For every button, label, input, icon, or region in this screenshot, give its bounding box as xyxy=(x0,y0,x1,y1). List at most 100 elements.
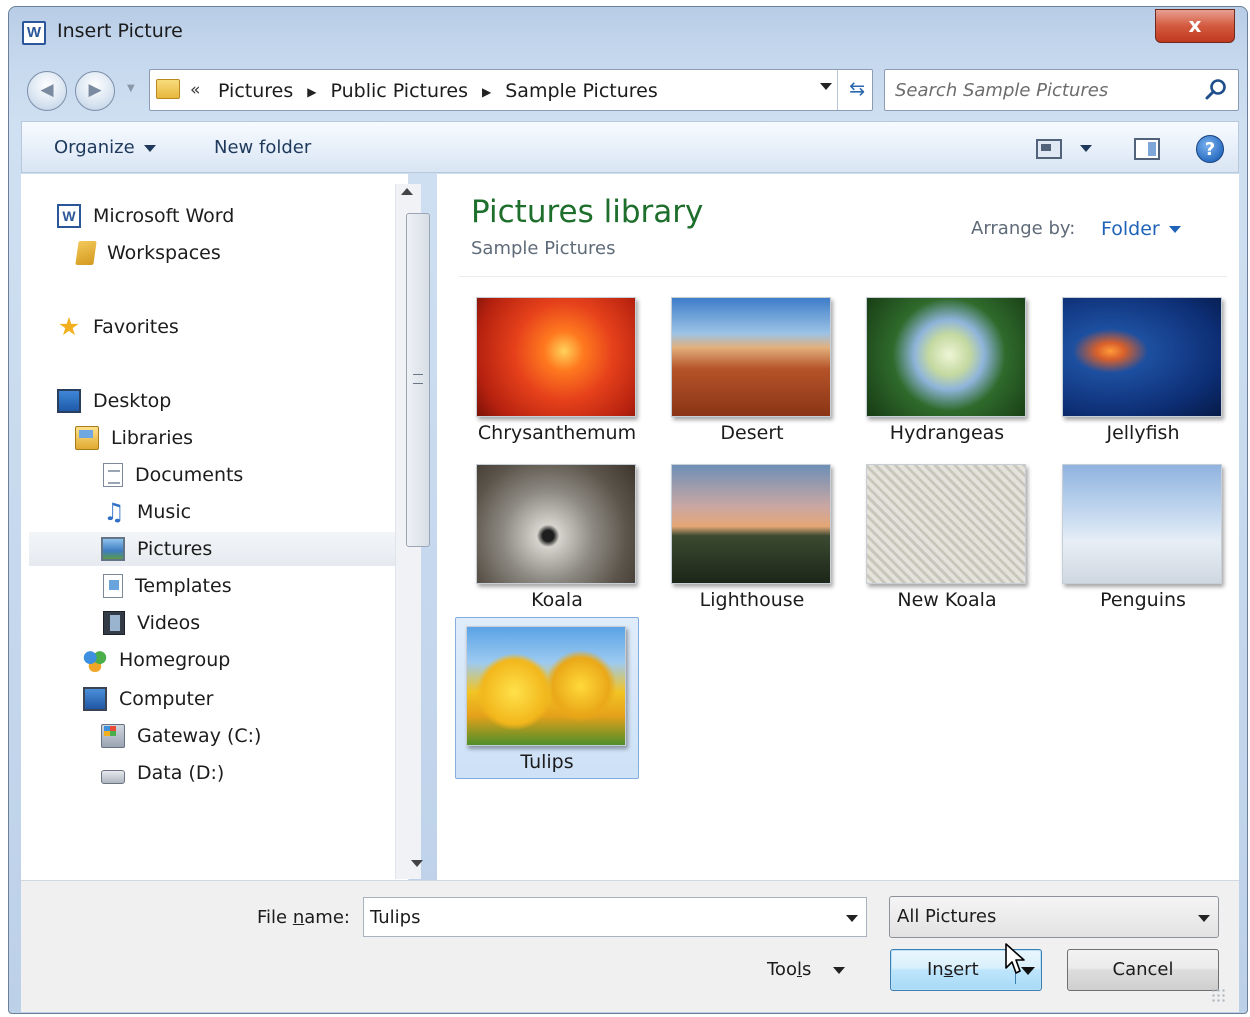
drive-icon xyxy=(101,724,125,748)
breadcrumb-sample-pictures[interactable]: Sample Pictures xyxy=(505,80,658,102)
file-tile-koala[interactable]: Koala xyxy=(465,455,649,617)
new-folder-button[interactable]: New folder xyxy=(214,137,311,158)
cancel-button[interactable]: Cancel xyxy=(1067,949,1219,991)
breadcrumb-overflow[interactable]: « xyxy=(190,80,200,100)
file-name-combobox[interactable] xyxy=(363,897,867,937)
scrollbar-thumb[interactable] xyxy=(406,213,430,547)
help-icon[interactable]: ? xyxy=(1196,135,1224,163)
nav-item-label: Gateway (C:) xyxy=(137,725,262,747)
desktop-icon xyxy=(57,389,81,413)
chevron-down-icon[interactable] xyxy=(846,915,858,922)
back-button[interactable]: ◀ xyxy=(27,71,67,111)
nav-item-documents[interactable]: Documents xyxy=(103,458,243,492)
videos-icon xyxy=(103,611,125,635)
nav-item-data-d[interactable]: Data (D:) xyxy=(101,756,224,790)
organize-button[interactable]: Organize xyxy=(54,137,156,158)
thumbnail-image xyxy=(1062,297,1222,417)
file-name-input[interactable] xyxy=(370,905,810,929)
breadcrumb-arrow-icon[interactable]: ▶ xyxy=(482,85,491,102)
file-name-label: Lighthouse xyxy=(699,589,805,611)
chevron-down-icon xyxy=(143,144,156,152)
nav-item-label: Templates xyxy=(135,575,232,597)
file-name-label: Hydrangeas xyxy=(889,422,1005,444)
search-input[interactable] xyxy=(895,78,1195,102)
file-list-area: Pictures library Sample Pictures Arrange… xyxy=(437,174,1239,880)
file-tile-desert[interactable]: Desert xyxy=(660,288,844,450)
file-type-select[interactable]: All Pictures xyxy=(889,896,1219,938)
change-view-icon[interactable] xyxy=(1036,139,1062,159)
grip-icon xyxy=(413,374,423,384)
breadcrumb-arrow-icon[interactable]: ▶ xyxy=(307,85,316,102)
computer-icon xyxy=(83,687,107,711)
address-dropdown-icon[interactable] xyxy=(820,83,832,90)
close-icon: x xyxy=(1188,13,1202,37)
workspace-icon xyxy=(75,241,97,265)
file-tile-tulips[interactable]: Tulips xyxy=(455,617,639,779)
mouse-pointer-icon xyxy=(1005,943,1025,974)
nav-item-pictures[interactable]: Pictures xyxy=(29,532,403,566)
chevron-down-icon xyxy=(1168,226,1181,233)
search-box[interactable] xyxy=(884,69,1239,111)
breadcrumb-public-pictures[interactable]: Public Pictures xyxy=(330,80,468,102)
preview-pane-icon[interactable] xyxy=(1134,138,1160,160)
resize-grip-icon[interactable] xyxy=(1211,988,1225,1002)
file-name-label: Penguins xyxy=(1100,589,1186,611)
tools-label: Tools xyxy=(767,959,812,980)
scroll-down-icon[interactable] xyxy=(411,860,423,867)
thumbnail-image xyxy=(476,464,636,584)
thumbnail-image xyxy=(866,464,1026,584)
nav-item-workspaces[interactable]: Workspaces xyxy=(75,236,221,270)
navigation-row: ◀ ▶ ▼ « Pictures ▶ Public Pictures ▶ Sam… xyxy=(9,61,1247,111)
library-title: Pictures library xyxy=(471,194,704,230)
view-options-dropdown[interactable] xyxy=(1080,145,1092,152)
nav-item-gateway-c[interactable]: Gateway (C:) xyxy=(101,719,261,753)
tools-button[interactable]: Tools xyxy=(767,959,846,980)
breadcrumb: Pictures ▶ Public Pictures ▶ Sample Pict… xyxy=(218,80,658,102)
arrange-by-dropdown[interactable]: Folder xyxy=(1101,218,1181,240)
libraries-icon xyxy=(75,426,99,450)
refresh-icon[interactable]: ⇆ xyxy=(849,78,865,100)
nav-item-label: Libraries xyxy=(111,427,194,449)
file-tile-hydrangeas[interactable]: Hydrangeas xyxy=(855,288,1039,450)
organize-label: Organize xyxy=(54,137,135,158)
navigation-pane: W Microsoft Word Workspaces ★ Favorites … xyxy=(21,174,409,880)
library-subtitle: Sample Pictures xyxy=(471,238,616,259)
address-bar[interactable]: « Pictures ▶ Public Pictures ▶ Sample Pi… xyxy=(149,69,873,111)
thumbnail-image xyxy=(1062,464,1222,584)
forward-button[interactable]: ▶ xyxy=(75,71,115,111)
dialog-footer: File name: All Pictures Tools Insert Can… xyxy=(21,880,1239,1012)
thumbnail-image xyxy=(671,464,831,584)
breadcrumb-pictures[interactable]: Pictures xyxy=(218,80,293,102)
nav-item-templates[interactable]: Templates xyxy=(103,569,232,603)
forward-arrow-icon: ▶ xyxy=(88,80,102,100)
file-tile-new-koala[interactable]: New Koala xyxy=(855,455,1039,617)
recent-locations-dropdown[interactable]: ▼ xyxy=(127,83,135,94)
file-tile-chrysanthemum[interactable]: Chrysanthemum xyxy=(465,288,649,450)
nav-item-desktop[interactable]: Desktop xyxy=(57,384,171,418)
nav-item-favorites[interactable]: ★ Favorites xyxy=(57,310,179,344)
file-tile-penguins[interactable]: Penguins xyxy=(1051,455,1235,617)
nav-item-label: Microsoft Word xyxy=(93,205,235,227)
command-bar: Organize New folder ? xyxy=(21,121,1239,173)
scroll-up-icon[interactable] xyxy=(401,188,413,195)
nav-item-music[interactable]: ♫ Music xyxy=(103,495,191,529)
pictures-icon xyxy=(101,537,125,561)
nav-item-microsoft-word[interactable]: W Microsoft Word xyxy=(57,199,234,233)
nav-item-homegroup[interactable]: Homegroup xyxy=(83,643,230,677)
file-name-label: Tulips xyxy=(520,751,574,773)
nav-item-libraries[interactable]: Libraries xyxy=(75,421,193,455)
templates-icon xyxy=(103,574,123,598)
nav-item-videos[interactable]: Videos xyxy=(103,606,200,640)
word-icon: W xyxy=(57,204,81,228)
nav-item-computer[interactable]: Computer xyxy=(83,682,213,716)
music-icon: ♫ xyxy=(103,498,125,526)
file-name-label: File name: xyxy=(257,907,350,928)
nav-item-label: Homegroup xyxy=(119,649,231,671)
word-icon: W xyxy=(22,21,46,45)
file-tile-jellyfish[interactable]: Jellyfish xyxy=(1051,288,1235,450)
file-tile-lighthouse[interactable]: Lighthouse xyxy=(660,455,844,617)
content-divider xyxy=(459,276,1227,277)
search-icon[interactable] xyxy=(1202,76,1230,104)
file-name-label: Jellyfish xyxy=(1106,422,1180,444)
close-button[interactable]: x xyxy=(1155,9,1235,43)
